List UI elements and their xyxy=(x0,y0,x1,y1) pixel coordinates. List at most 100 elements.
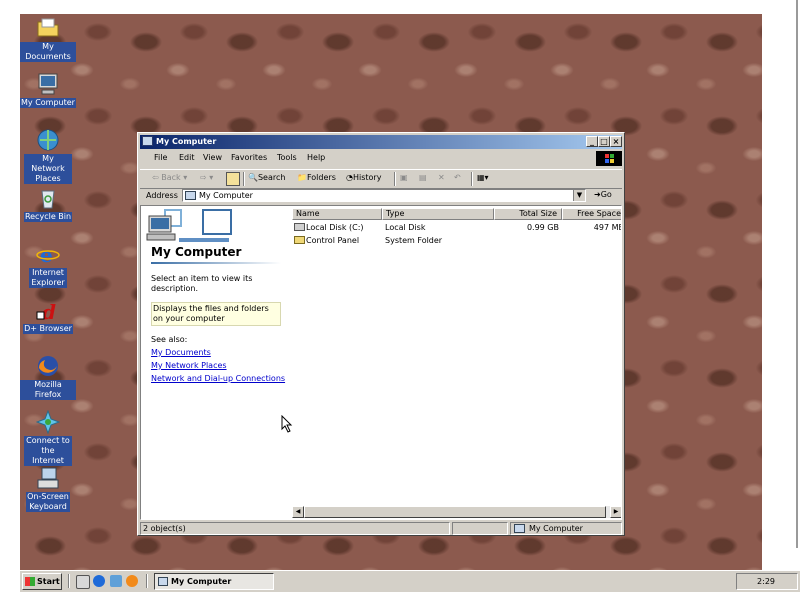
desktop-icon-my-documents[interactable]: My Documents xyxy=(20,16,76,62)
computer-icon xyxy=(158,577,168,586)
desktop-icon-label: Recycle Bin xyxy=(23,212,73,222)
connect-internet-icon xyxy=(35,409,61,435)
desktop-icon-label: Mozilla Firefox xyxy=(20,380,76,400)
minimize-button[interactable]: _ xyxy=(586,136,598,147)
menu-tools[interactable]: Tools xyxy=(277,153,297,162)
status-location: My Computer xyxy=(510,522,622,535)
desktop-icon-label: On-Screen Keyboard xyxy=(26,492,70,512)
item-name: Local Disk (C:) xyxy=(306,223,364,232)
see-also-label: See also: xyxy=(151,335,188,344)
address-bar: Address My Computer ▼ ➜Go xyxy=(140,188,622,204)
control-panel-icon xyxy=(294,236,305,244)
column-free-space[interactable]: Free Space xyxy=(562,208,621,220)
item-type: System Folder xyxy=(385,236,443,245)
local-disk-icon xyxy=(294,223,305,231)
internet-explorer-icon[interactable] xyxy=(93,575,105,587)
forward-button[interactable]: ⇨ ▾ xyxy=(200,173,213,182)
outlook-express-icon[interactable] xyxy=(110,575,122,587)
firefox-icon[interactable] xyxy=(126,575,138,587)
desktop-icon-d-plus-browser[interactable]: d D+ Browser xyxy=(20,298,76,334)
show-desktop-icon[interactable] xyxy=(76,575,90,589)
d-plus-browser-icon: d xyxy=(36,298,60,324)
network-places-icon xyxy=(36,128,60,152)
computer-icon xyxy=(514,524,525,533)
menu-view[interactable]: View xyxy=(203,153,222,162)
close-button[interactable]: × xyxy=(610,136,622,147)
computer-icon xyxy=(36,72,60,96)
list-item[interactable]: Local Disk (C:) Local Disk 0.99 GB 497 M… xyxy=(292,222,622,234)
desktop-icon-onscreen-keyboard[interactable]: On-Screen Keyboard xyxy=(20,466,76,512)
desktop-icon-label: Internet Explorer xyxy=(29,268,67,288)
copy-to-icon[interactable]: ▤ xyxy=(419,173,427,182)
clock[interactable]: 2:29 xyxy=(757,577,775,586)
folders-button[interactable]: 📁Folders xyxy=(297,173,336,182)
desktop-icon-connect-internet[interactable]: Connect to the Internet xyxy=(20,409,76,466)
pane-info-box: Displays the files and folders on your c… xyxy=(151,302,281,326)
address-label: Address xyxy=(146,191,178,200)
desktop-icon-label: D+ Browser xyxy=(23,324,73,334)
divider xyxy=(151,262,281,264)
status-object-count: 2 object(s) xyxy=(140,522,450,535)
address-value: My Computer xyxy=(199,191,253,200)
back-button[interactable]: ⇦ Back ▾ xyxy=(152,173,187,182)
toolbar: ⇦ Back ▾ ⇨ ▾ 🔍Search 📁Folders ◔History ▣… xyxy=(140,169,622,189)
scroll-right-button[interactable]: ▶ xyxy=(610,506,621,518)
start-button[interactable]: Start xyxy=(22,573,62,590)
status-panel xyxy=(452,522,508,535)
menu-edit[interactable]: Edit xyxy=(179,153,195,162)
menu-file[interactable]: File xyxy=(154,153,167,162)
search-button[interactable]: 🔍Search xyxy=(248,173,285,182)
column-name[interactable]: Name xyxy=(292,208,382,220)
menu-help[interactable]: Help xyxy=(307,153,325,162)
system-tray: 2:29 xyxy=(736,573,798,590)
column-total-size[interactable]: Total Size xyxy=(494,208,562,220)
scroll-thumb[interactable] xyxy=(304,506,606,518)
delete-icon[interactable]: ✕ xyxy=(438,173,445,182)
web-view-pane: My Computer Select an item to view its d… xyxy=(141,206,289,519)
status-location-text: My Computer xyxy=(529,524,583,533)
go-button[interactable]: ➜Go xyxy=(594,190,612,199)
window-titlebar[interactable]: My Computer _ □ × xyxy=(140,135,622,149)
computer-icon xyxy=(185,191,196,200)
move-to-icon[interactable]: ▣ xyxy=(400,173,408,182)
desktop-icon-network-places[interactable]: My Network Places xyxy=(20,128,76,184)
taskbar: Start My Computer 2:29 xyxy=(20,570,800,592)
onscreen-keyboard-icon xyxy=(36,466,60,490)
desktop-margin xyxy=(762,14,800,570)
item-free-space: 497 MB xyxy=(593,223,622,232)
address-input[interactable]: My Computer ▼ xyxy=(182,189,586,202)
desktop-icon-recycle-bin[interactable]: Recycle Bin xyxy=(20,186,76,222)
scroll-left-button[interactable]: ◀ xyxy=(292,506,304,518)
window-title: My Computer xyxy=(156,137,217,146)
link-my-documents[interactable]: My Documents xyxy=(151,348,211,357)
firefox-icon xyxy=(36,354,60,378)
taskbar-button-my-computer[interactable]: My Computer xyxy=(154,573,274,590)
desktop-icon-my-computer[interactable]: My Computer xyxy=(20,72,76,108)
up-folder-icon[interactable] xyxy=(226,172,240,186)
undo-icon[interactable]: ↶ xyxy=(454,173,461,182)
item-type: Local Disk xyxy=(385,223,426,232)
column-type[interactable]: Type xyxy=(382,208,494,220)
desktop-icon-internet-explorer[interactable]: e Internet Explorer xyxy=(20,242,76,288)
history-button[interactable]: ◔History xyxy=(346,173,381,182)
list-item[interactable]: Control Panel System Folder xyxy=(292,235,621,247)
desktop-icon-label: My Network Places xyxy=(24,154,72,184)
desktop-icon-label: Connect to the Internet xyxy=(24,436,72,466)
horizontal-scrollbar[interactable]: ◀ ▶ xyxy=(292,506,621,518)
address-dropdown-button[interactable]: ▼ xyxy=(573,190,585,201)
windows-logo-icon xyxy=(25,577,35,586)
desktop-icon-label: My Documents xyxy=(20,42,76,62)
start-label: Start xyxy=(37,577,60,586)
windows-logo-icon xyxy=(596,151,622,166)
menu-favorites[interactable]: Favorites xyxy=(231,153,267,162)
desktop-icon-firefox[interactable]: Mozilla Firefox xyxy=(20,354,76,400)
folder-icon xyxy=(36,16,60,40)
list-header: Name Type Total Size Free Space xyxy=(292,208,621,220)
svg-text:e: e xyxy=(40,243,53,266)
pane-description: Select an item to view its description. xyxy=(151,274,253,293)
link-network-dialup[interactable]: Network and Dial-up Connections xyxy=(151,374,285,383)
desktop-icon-label: My Computer xyxy=(20,98,76,108)
maximize-button[interactable]: □ xyxy=(598,136,610,147)
link-my-network-places[interactable]: My Network Places xyxy=(151,361,227,370)
views-button[interactable]: ▦▾ xyxy=(477,173,489,182)
